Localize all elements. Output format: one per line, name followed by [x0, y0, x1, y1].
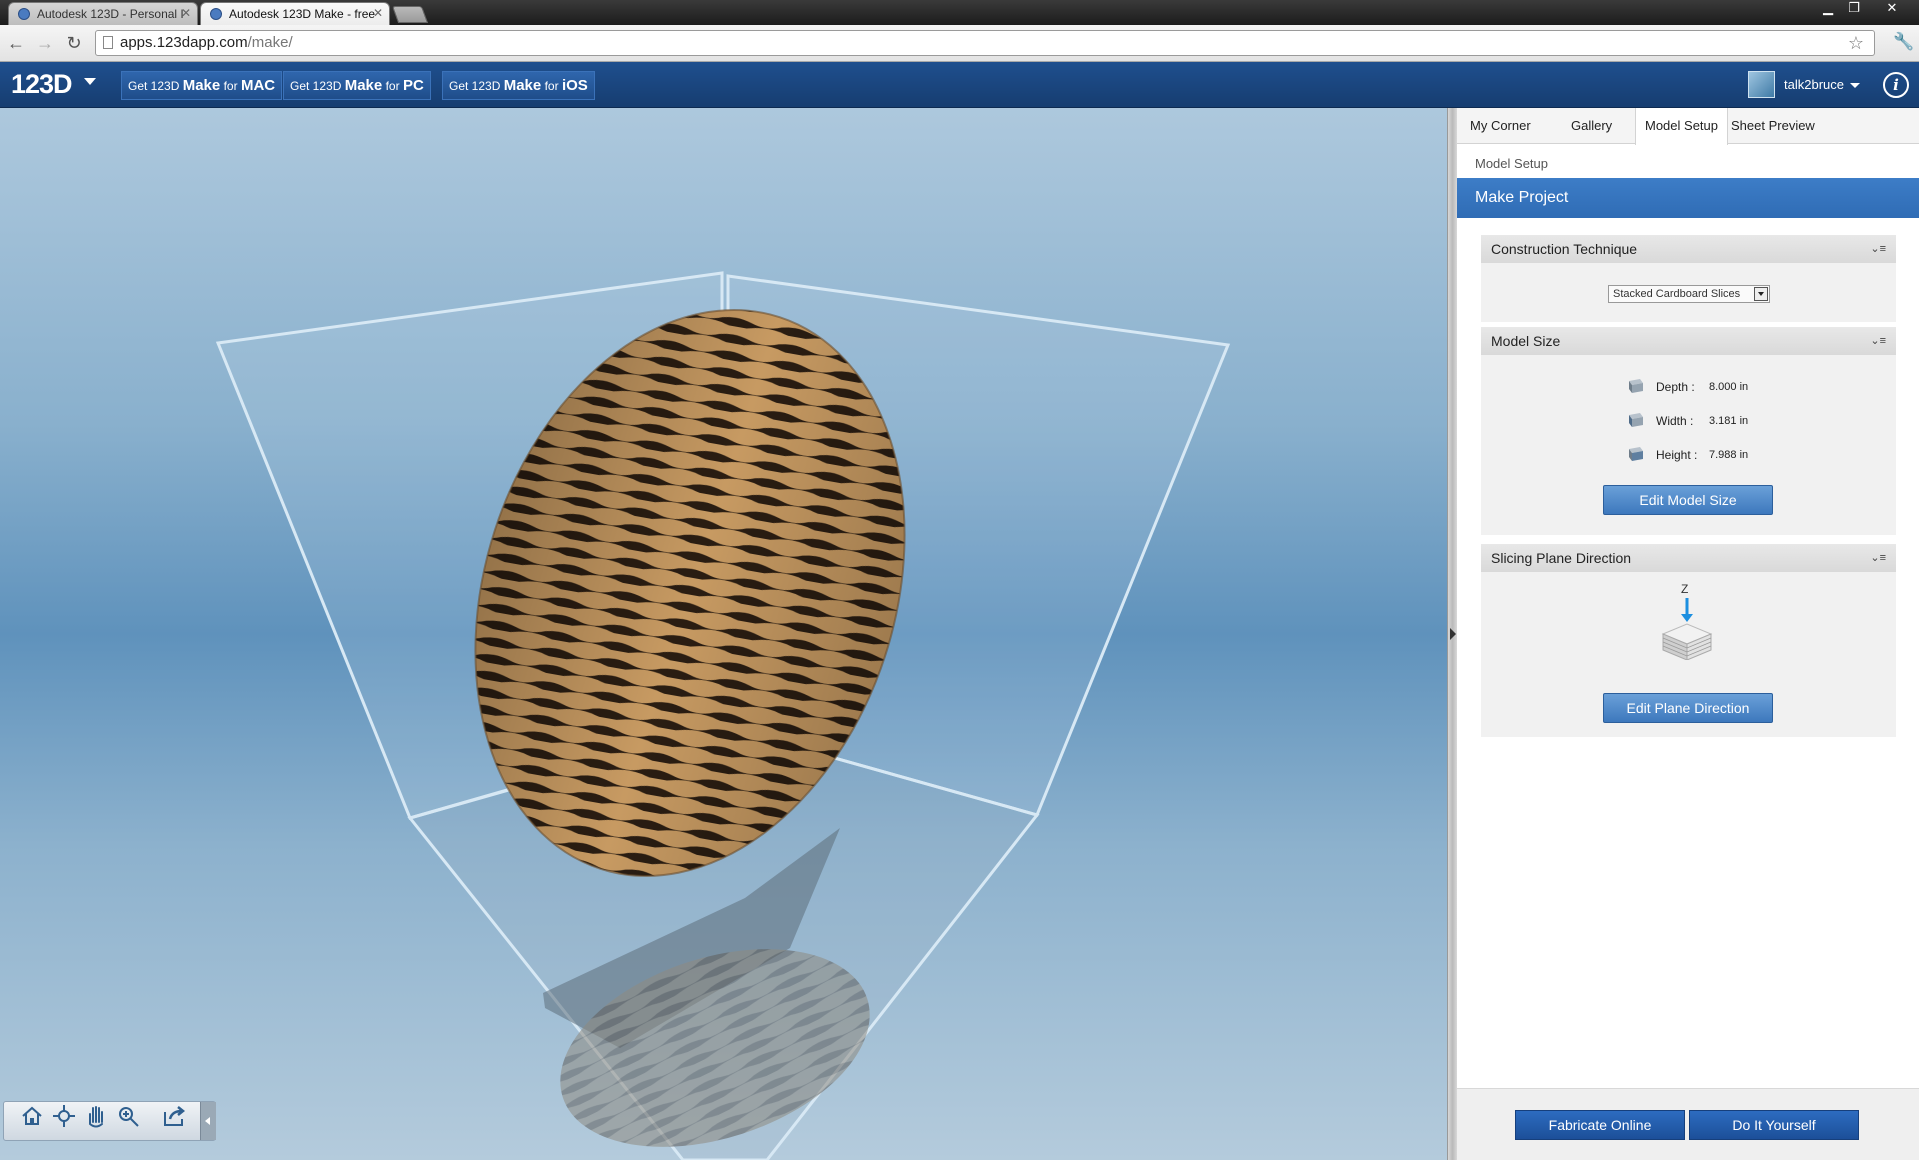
- scene-svg: [215, 271, 1231, 1160]
- depth-value: 8.000 in: [1709, 381, 1749, 393]
- new-tab-button[interactable]: [391, 6, 429, 23]
- favicon-icon: [210, 8, 222, 20]
- window-close-icon[interactable]: ✕: [1880, 0, 1904, 18]
- get-prefix: Get 123D: [449, 79, 501, 93]
- get-make-pc-button[interactable]: Get 123D Make for PC: [283, 71, 431, 100]
- tab-model-setup[interactable]: Model Setup: [1635, 108, 1728, 145]
- pan-hand-icon[interactable]: [82, 1102, 110, 1130]
- orbit-icon[interactable]: [50, 1102, 78, 1130]
- app-header: 123D Get 123D Make for MAC Get 123D Make…: [0, 62, 1919, 108]
- get-platform: PC: [402, 77, 424, 94]
- section-menu-icon[interactable]: ⌄≡: [1870, 327, 1886, 355]
- panel-footer: Fabricate Online Do It Yourself: [1457, 1088, 1919, 1160]
- url-input[interactable]: apps.123dapp.com/make/ ☆: [95, 30, 1875, 56]
- side-panel: My Corner Gallery Model Setup Sheet Prev…: [1457, 108, 1919, 1160]
- construction-technique-select[interactable]: Stacked Cardboard Slices: [1608, 285, 1770, 303]
- get-platform: iOS: [561, 77, 588, 94]
- tab-sheet-preview[interactable]: Sheet Preview: [1731, 108, 1815, 144]
- get-strong: Make: [344, 77, 383, 94]
- wrench-icon[interactable]: 🔧: [1893, 32, 1914, 52]
- minimize-icon[interactable]: ▁: [1816, 0, 1840, 18]
- tab-gallery[interactable]: Gallery: [1571, 108, 1612, 144]
- get-mid: for: [544, 79, 559, 93]
- section-menu-icon[interactable]: ⌄≡: [1870, 235, 1886, 263]
- back-arrow-icon[interactable]: ←: [4, 32, 28, 54]
- tab-my-corner[interactable]: My Corner: [1470, 108, 1531, 144]
- favicon-icon: [18, 8, 30, 20]
- restore-icon[interactable]: ❐: [1842, 0, 1866, 18]
- select-value: Stacked Cardboard Slices: [1613, 288, 1741, 300]
- section-title: Model Size: [1491, 333, 1561, 349]
- section-menu-icon[interactable]: ⌄≡: [1870, 544, 1886, 572]
- toolbar-collapse-button[interactable]: [200, 1102, 216, 1140]
- breadcrumb: Model Setup: [1475, 156, 1548, 171]
- logo[interactable]: 123D: [11, 69, 73, 100]
- logo-menu-caret-icon[interactable]: [84, 78, 96, 85]
- get-prefix: Get 123D: [128, 79, 180, 93]
- get-prefix: Get 123D: [290, 79, 342, 93]
- slicing-direction-icon: [1661, 598, 1713, 660]
- width-label: Width :: [1656, 414, 1694, 428]
- depth-label: Depth :: [1656, 380, 1695, 394]
- browser-tab-123d-personal[interactable]: Autodesk 123D - Personal I ✕: [8, 2, 198, 25]
- fabricate-online-button[interactable]: Fabricate Online: [1515, 1110, 1685, 1140]
- model-size-header[interactable]: Model Size ⌄≡: [1481, 327, 1896, 355]
- get-strong: Make: [503, 77, 542, 94]
- navigation-toolbar: [3, 1101, 216, 1141]
- forward-arrow-icon[interactable]: →: [33, 32, 57, 54]
- axis-label: Z: [1681, 582, 1689, 596]
- do-it-yourself-button[interactable]: Do It Yourself: [1689, 1110, 1859, 1140]
- construction-technique-header[interactable]: Construction Technique ⌄≡: [1481, 235, 1896, 263]
- avatar[interactable]: [1748, 71, 1775, 98]
- browser-tab-title: Autodesk 123D Make - free: [229, 7, 376, 21]
- model-size-section: Model Size ⌄≡ Depth : 8.000 in Width : 3…: [1481, 327, 1896, 535]
- close-icon[interactable]: ✕: [373, 6, 383, 20]
- slicing-plane-section: Slicing Plane Direction ⌄≡ Z Edit Plane …: [1481, 544, 1896, 737]
- panel-tabs: My Corner Gallery Model Setup Sheet Prev…: [1457, 108, 1919, 145]
- depth-dimension-icon: [1629, 379, 1643, 393]
- browser-tab-123d-make[interactable]: Autodesk 123D Make - free ✕: [200, 2, 390, 25]
- height-label: Height :: [1656, 448, 1698, 462]
- width-value: 3.181 in: [1709, 415, 1749, 427]
- url-path: /make/: [247, 34, 293, 51]
- construction-technique-section: Construction Technique ⌄≡ Stacked Cardbo…: [1481, 235, 1896, 322]
- edit-model-size-button[interactable]: Edit Model Size: [1603, 485, 1773, 515]
- address-bar: ← → ↻ apps.123dapp.com/make/ ☆: [0, 25, 1919, 62]
- height-value: 7.988 in: [1709, 449, 1749, 461]
- info-icon[interactable]: i: [1883, 72, 1909, 98]
- width-dimension-icon: [1629, 413, 1643, 427]
- username[interactable]: talk2bruce: [1784, 77, 1844, 92]
- zoom-icon[interactable]: [114, 1102, 142, 1130]
- get-mid: for: [223, 79, 238, 93]
- dropdown-arrow-icon[interactable]: [1754, 287, 1768, 301]
- get-platform: MAC: [240, 77, 276, 94]
- url-host: apps.123dapp.com: [120, 34, 248, 51]
- reload-icon[interactable]: ↻: [62, 32, 86, 54]
- home-icon[interactable]: [18, 1102, 46, 1130]
- get-make-mac-button[interactable]: Get 123D Make for MAC: [121, 71, 283, 100]
- page-icon: [103, 36, 113, 49]
- user-menu-caret-icon[interactable]: [1850, 83, 1860, 88]
- bookmark-star-icon[interactable]: ☆: [1848, 31, 1864, 55]
- get-mid: for: [385, 79, 400, 93]
- browser-tab-title: Autodesk 123D - Personal I: [37, 7, 184, 21]
- edit-plane-direction-button[interactable]: Edit Plane Direction: [1603, 693, 1773, 723]
- close-icon[interactable]: ✕: [181, 6, 191, 20]
- 3d-viewport[interactable]: [0, 108, 1447, 1160]
- section-title: Construction Technique: [1491, 241, 1638, 257]
- make-project-header: Make Project: [1457, 178, 1919, 218]
- get-make-ios-button[interactable]: Get 123D Make for iOS: [442, 71, 595, 100]
- slicing-plane-header[interactable]: Slicing Plane Direction ⌄≡: [1481, 544, 1896, 572]
- get-strong: Make: [182, 77, 221, 94]
- share-export-icon[interactable]: [160, 1102, 188, 1130]
- panel-splitter[interactable]: [1447, 108, 1457, 1160]
- section-title: Slicing Plane Direction: [1491, 550, 1632, 566]
- browser-tab-strip: Autodesk 123D - Personal I ✕ Autodesk 12…: [0, 0, 1919, 25]
- height-dimension-icon: [1629, 447, 1643, 461]
